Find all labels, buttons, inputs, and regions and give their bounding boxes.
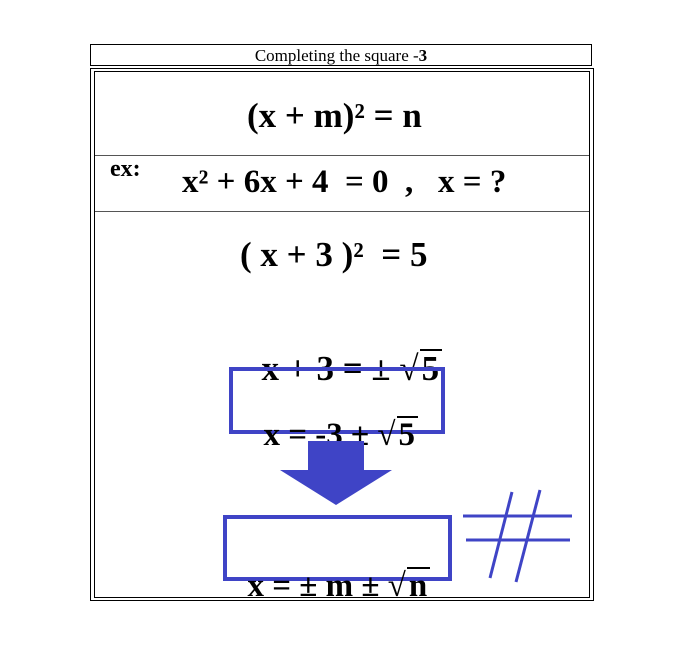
- general-solution-radicand: n: [406, 567, 431, 604]
- general-solution-lhs: x = ± m ±: [247, 568, 388, 604]
- hashtag-icon: [463, 489, 572, 583]
- general-solution-equation: x = ± m ± √n: [231, 530, 431, 605]
- down-arrow-icon: [280, 441, 392, 505]
- sqrt-symbol: √n: [388, 567, 431, 605]
